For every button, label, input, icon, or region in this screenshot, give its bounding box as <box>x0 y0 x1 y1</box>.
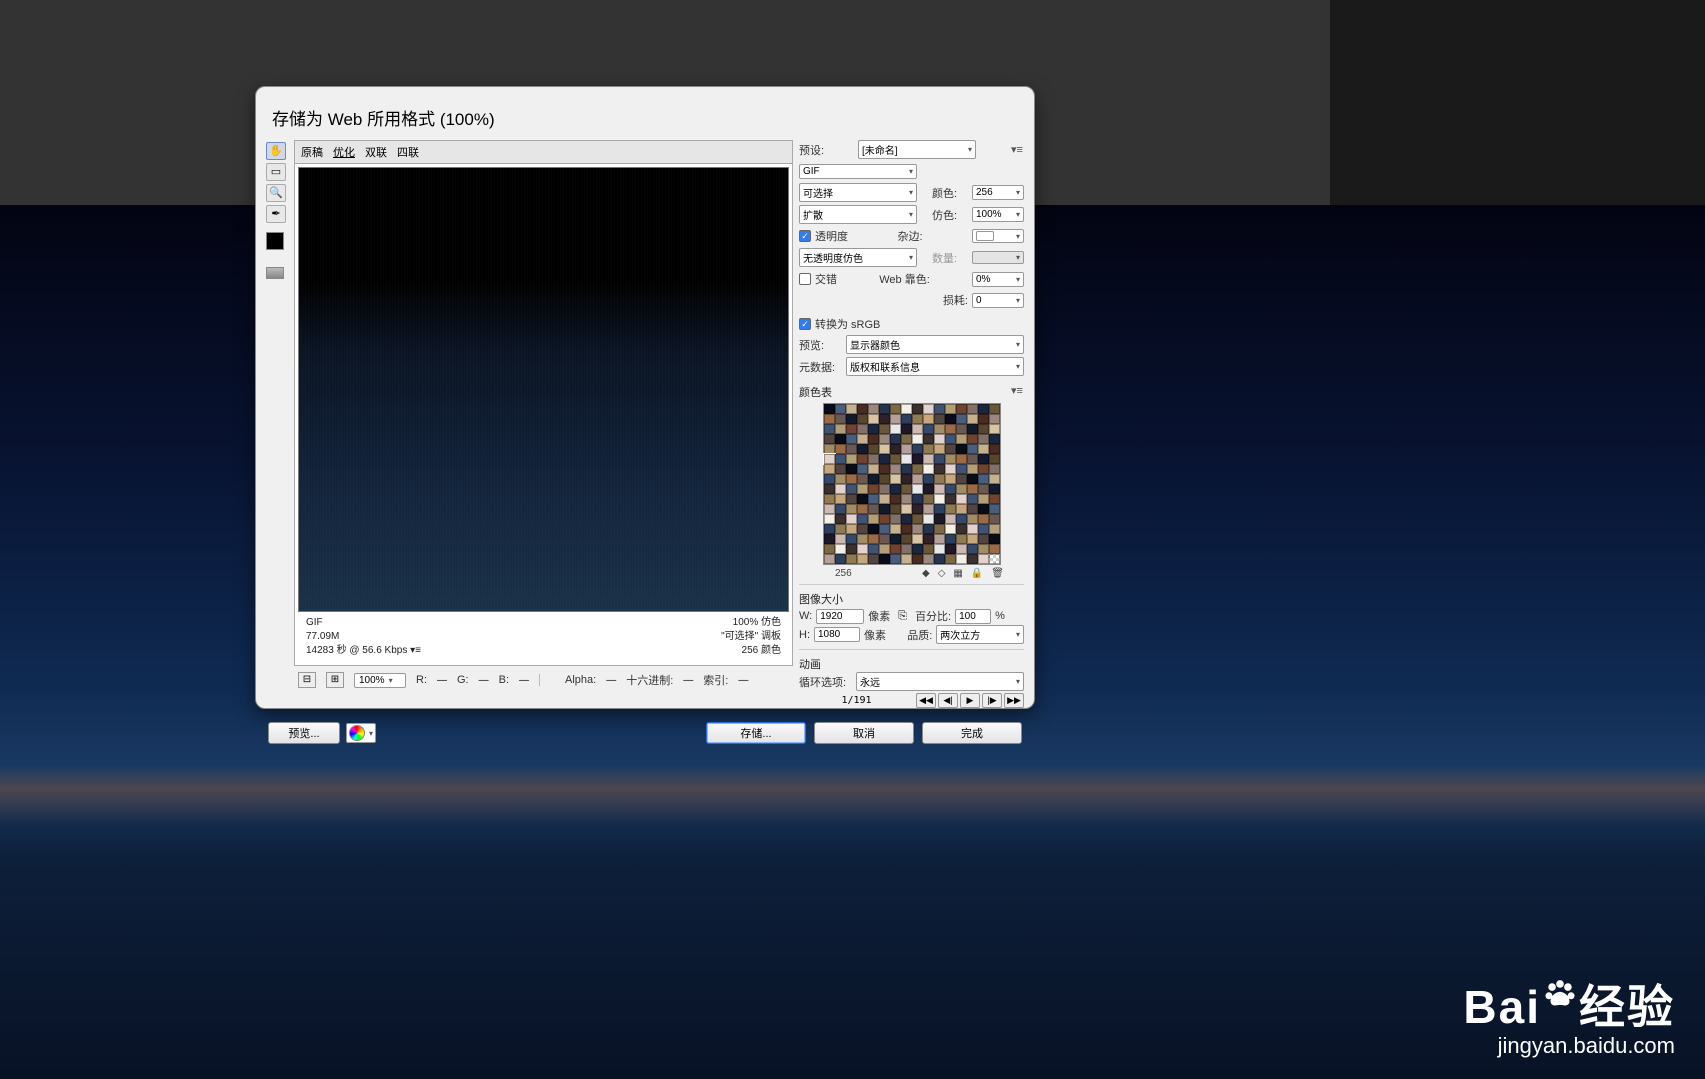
dither-label: 仿色: <box>932 207 957 223</box>
tab-4up[interactable]: 四联 <box>397 144 419 160</box>
preview-tabs: 原稿 优化 双联 四联 <box>294 140 793 164</box>
slice-tool-icon[interactable]: ▭ <box>266 163 286 181</box>
transparency-checkbox[interactable]: ✓ <box>799 230 811 242</box>
ct-icon-2[interactable]: ◇ <box>938 568 946 579</box>
ct-lock-icon[interactable]: 🔒 <box>971 568 983 579</box>
ct-icon-1[interactable]: ◆ <box>922 568 930 579</box>
watermark-brand: Bai <box>1463 981 1541 1033</box>
color-table-grid[interactable] <box>823 403 1001 565</box>
reduction-select[interactable]: 可选择 <box>799 183 917 202</box>
eyedropper-tool-icon[interactable]: ✒ <box>266 205 286 223</box>
colors-label: 颜色: <box>932 185 957 201</box>
preview-profile-select[interactable]: 显示器颜色 <box>846 335 1024 354</box>
browser-icon <box>349 725 365 741</box>
loop-label: 循环选项: <box>799 674 846 690</box>
tab-2up[interactable]: 双联 <box>365 144 387 160</box>
height-field[interactable]: 1080 <box>814 627 860 642</box>
interlaced-checkbox[interactable]: ✓ <box>799 273 811 285</box>
settings-panel: 预设: [未命名] ▾≡ GIF 可选择 颜色: 256 扩散 仿色: 100%… <box>799 140 1024 708</box>
link-dims-icon[interactable]: ⎘ <box>894 610 911 623</box>
info-format: GIF <box>306 616 421 630</box>
browser-preview-select[interactable] <box>346 723 376 743</box>
quality-select[interactable]: 两次立方 <box>936 625 1024 644</box>
metadata-select[interactable]: 版权和联系信息 <box>846 357 1024 376</box>
lossy-label: 损耗: <box>943 292 968 308</box>
eyedropper-color-swatch[interactable] <box>266 232 284 250</box>
watermark-brand2: 经验 <box>1579 981 1675 1033</box>
preset-label: 预设: <box>799 142 824 158</box>
cancel-button[interactable]: 取消 <box>814 722 914 744</box>
save-for-web-dialog: 存储为 Web 所用格式 (100%) ✋ ▭ 🔍 ✒ 原稿 优化 双联 四联 <box>255 86 1035 709</box>
tab-original[interactable]: 原稿 <box>301 144 323 160</box>
amount-label: 数量: <box>932 250 957 266</box>
colortable-menu-icon[interactable]: ▾≡ <box>1010 384 1024 397</box>
dither-method-select[interactable]: 扩散 <box>799 205 917 224</box>
first-frame-button[interactable]: ◀◀ <box>916 693 936 708</box>
preview-column: 原稿 优化 双联 四联 GIF 77.09M 14283 秒 @ 56.6 Kb… <box>294 140 793 708</box>
ct-trash-icon[interactable]: 🗑 <box>991 568 1004 579</box>
last-frame-button[interactable]: ▶▶ <box>1004 693 1024 708</box>
zoom-select[interactable]: 100% <box>354 673 406 688</box>
loop-select[interactable]: 永远 <box>856 672 1024 691</box>
srgb-checkbox[interactable]: ✓ <box>799 318 811 330</box>
interlaced-label: 交错 <box>815 271 837 287</box>
paw-icon <box>1541 971 1579 1025</box>
srgb-label: 转换为 sRGB <box>815 316 880 332</box>
info-download-time[interactable]: 14283 秒 @ 56.6 Kbps ▾≡ <box>306 644 421 658</box>
colortable-count: 256 <box>835 568 852 579</box>
save-button[interactable]: 存储... <box>706 722 806 744</box>
width-field[interactable]: 1920 <box>816 609 864 624</box>
preset-select[interactable]: [未命名] <box>858 140 976 159</box>
websnap-select[interactable]: 0% <box>972 272 1024 287</box>
preset-menu-icon[interactable]: ▾≡ <box>1010 143 1024 156</box>
preview-info: GIF 77.09M 14283 秒 @ 56.6 Kbps ▾≡ 100% 仿… <box>298 612 789 662</box>
canvas-frame: GIF 77.09M 14283 秒 @ 56.6 Kbps ▾≡ 100% 仿… <box>294 164 793 666</box>
zoom-out-button[interactable]: ⊟ <box>298 672 316 688</box>
colortable-footer: 256 ◆ ◇ ▦ 🔒 🗑 <box>799 565 1024 579</box>
status-bar: ⊟ ⊞ 100% R:— G:— B:— Alpha:— 十六进制:— 索引:— <box>294 666 793 694</box>
preview-canvas[interactable] <box>298 167 789 612</box>
matte-select[interactable] <box>972 229 1024 243</box>
toggle-slices-icon[interactable] <box>266 267 284 279</box>
tab-optimized[interactable]: 优化 <box>333 144 355 160</box>
prev-frame-button[interactable]: ◀| <box>938 693 958 708</box>
done-button[interactable]: 完成 <box>922 722 1022 744</box>
ct-icon-3[interactable]: ▦ <box>953 568 962 579</box>
watermark: Bai 经验 jingyan.baidu.com <box>1463 971 1675 1059</box>
preview-button[interactable]: 预览... <box>268 722 340 744</box>
dither-amount-select[interactable]: 100% <box>972 207 1024 222</box>
zoom-tool-icon[interactable]: 🔍 <box>266 184 286 202</box>
zoom-in-button[interactable]: ⊞ <box>326 672 344 688</box>
trans-dither-select[interactable]: 无透明度仿色 <box>799 248 917 267</box>
tool-column: ✋ ▭ 🔍 ✒ <box>266 140 288 708</box>
play-button[interactable]: ▶ <box>960 693 980 708</box>
info-filesize: 77.09M <box>306 630 421 644</box>
dialog-title: 存储为 Web 所用格式 (100%) <box>256 87 1034 140</box>
next-frame-button[interactable]: |▶ <box>982 693 1002 708</box>
colors-select[interactable]: 256 <box>972 185 1024 200</box>
animation-label: 动画 <box>799 653 1024 672</box>
frame-counter: 1/191 <box>799 695 914 706</box>
info-palette: "可选择" 调板 <box>721 630 781 644</box>
hand-tool-icon[interactable]: ✋ <box>266 142 286 160</box>
dialog-footer: 预览... 存储... 取消 完成 <box>256 718 1034 752</box>
websnap-label: Web 靠色: <box>879 271 930 287</box>
imagesize-label: 图像大小 <box>799 588 1024 607</box>
preview-label: 预览: <box>799 337 824 353</box>
format-select[interactable]: GIF <box>799 164 917 179</box>
colortable-label: 颜色表 <box>799 381 832 400</box>
lossy-select[interactable]: 0 <box>972 293 1024 308</box>
info-colors: 256 颜色 <box>721 644 781 658</box>
horizon-glow <box>0 765 1705 825</box>
info-dither: 100% 仿色 <box>721 616 781 630</box>
amount-field <box>972 251 1024 264</box>
transparency-label: 透明度 <box>815 228 848 244</box>
matte-label: 杂边: <box>897 228 922 244</box>
percent-field[interactable]: 100 <box>955 609 991 624</box>
metadata-label: 元数据: <box>799 359 835 375</box>
